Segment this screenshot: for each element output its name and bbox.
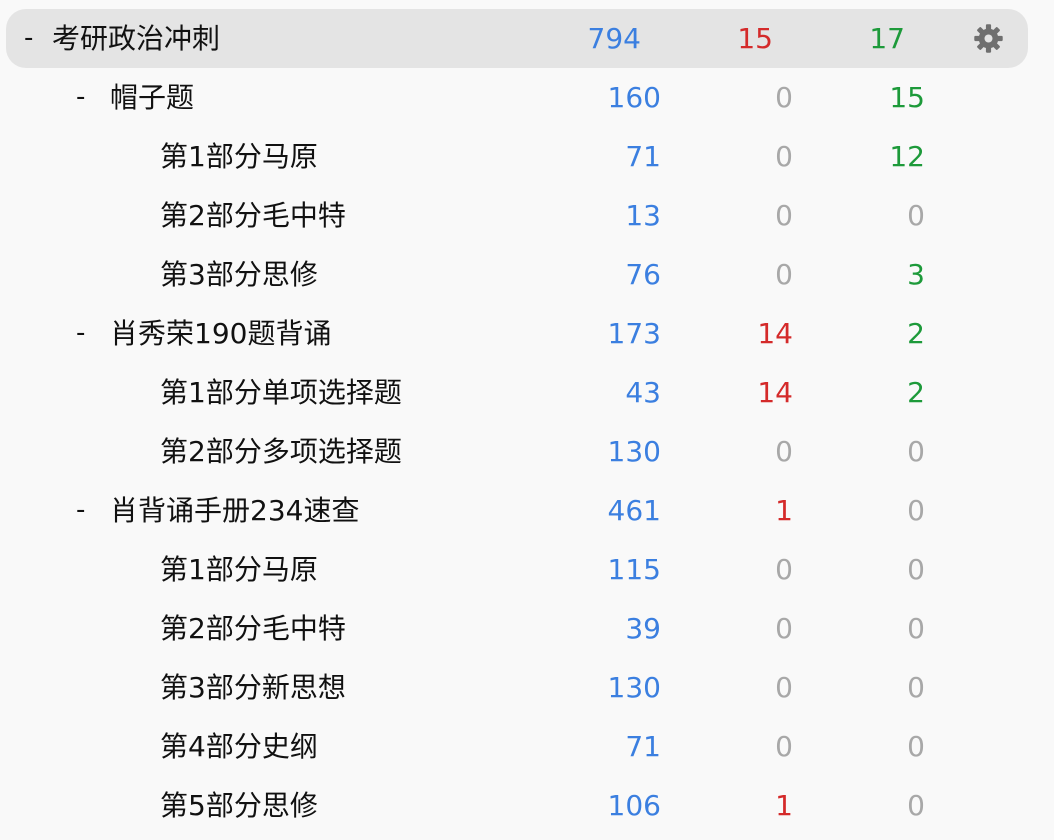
review-count: 0 bbox=[907, 553, 925, 586]
review-count: 17 bbox=[869, 22, 905, 55]
review-count: 0 bbox=[907, 789, 925, 822]
new-count: 76 bbox=[625, 258, 661, 291]
new-count: 794 bbox=[587, 22, 641, 55]
new-count: 130 bbox=[607, 435, 661, 468]
deck-row[interactable]: 第3部分新思想 130 0 0 bbox=[0, 658, 1054, 717]
deck-row[interactable]: - 肖秀荣190题背诵 173 14 2 bbox=[0, 304, 1054, 363]
deck-name-link[interactable]: 第3部分思修 bbox=[160, 258, 318, 292]
new-count: 43 bbox=[625, 376, 661, 409]
learn-count: 0 bbox=[775, 140, 793, 173]
new-count: 71 bbox=[625, 140, 661, 173]
collapse-toggle[interactable]: - bbox=[76, 82, 92, 112]
learn-count: 0 bbox=[775, 553, 793, 586]
learn-count: 0 bbox=[775, 612, 793, 645]
new-count: 173 bbox=[607, 317, 661, 350]
new-count: 39 bbox=[625, 612, 661, 645]
new-count: 13 bbox=[625, 199, 661, 232]
deck-name-link[interactable]: 第1部分马原 bbox=[160, 553, 318, 587]
deck-name-link[interactable]: 第2部分毛中特 bbox=[160, 612, 346, 646]
review-count: 0 bbox=[907, 494, 925, 527]
deck-row[interactable]: - 考研政治冲刺 794 15 17 bbox=[6, 9, 1028, 68]
deck-row[interactable]: - 帽子题 160 0 15 bbox=[0, 68, 1054, 127]
learn-count: 0 bbox=[775, 671, 793, 704]
review-count: 2 bbox=[907, 317, 925, 350]
new-count: 71 bbox=[625, 730, 661, 763]
review-count: 0 bbox=[907, 199, 925, 232]
new-count: 130 bbox=[607, 671, 661, 704]
learn-count: 15 bbox=[737, 22, 773, 55]
deck-name-link[interactable]: 第1部分单项选择题 bbox=[160, 376, 402, 410]
deck-row[interactable]: - 肖背诵手册234速查 461 1 0 bbox=[0, 481, 1054, 540]
review-count: 15 bbox=[889, 81, 925, 114]
deck-row[interactable]: 第3部分思修 76 0 3 bbox=[0, 245, 1054, 304]
collapse-toggle[interactable]: - bbox=[24, 23, 40, 53]
new-count: 461 bbox=[607, 494, 661, 527]
new-count: 106 bbox=[607, 789, 661, 822]
learn-count: 1 bbox=[775, 494, 793, 527]
deck-row[interactable]: 第2部分毛中特 39 0 0 bbox=[0, 599, 1054, 658]
gear-icon[interactable] bbox=[973, 23, 1004, 54]
deck-name-link[interactable]: 考研政治冲刺 bbox=[52, 22, 220, 56]
deck-row[interactable]: 第1部分马原 71 0 12 bbox=[0, 127, 1054, 186]
review-count: 0 bbox=[907, 612, 925, 645]
learn-count: 0 bbox=[775, 435, 793, 468]
deck-name-link[interactable]: 帽子题 bbox=[110, 81, 194, 115]
review-count: 0 bbox=[907, 435, 925, 468]
new-count: 115 bbox=[607, 553, 661, 586]
deck-name-link[interactable]: 第2部分多项选择题 bbox=[160, 435, 402, 469]
deck-name-link[interactable]: 第4部分史纲 bbox=[160, 730, 318, 764]
collapse-toggle[interactable]: - bbox=[76, 318, 92, 348]
deck-name-link[interactable]: 第1部分马原 bbox=[160, 140, 318, 174]
deck-row[interactable]: 第1部分马原 115 0 0 bbox=[0, 540, 1054, 599]
review-count: 12 bbox=[889, 140, 925, 173]
review-count: 3 bbox=[907, 258, 925, 291]
collapse-toggle[interactable]: - bbox=[76, 495, 92, 525]
deck-list: - 考研政治冲刺 794 15 17- 帽子题 160 0 15 第1部分马原 71 0 12 第2部分毛… bbox=[0, 0, 1054, 840]
deck-name-link[interactable]: 肖背诵手册234速查 bbox=[110, 494, 359, 528]
deck-row[interactable]: 第4部分史纲 71 0 0 bbox=[0, 717, 1054, 776]
review-count: 0 bbox=[907, 671, 925, 704]
review-count: 2 bbox=[907, 376, 925, 409]
deck-name-link[interactable]: 第5部分思修 bbox=[160, 789, 318, 823]
learn-count: 0 bbox=[775, 81, 793, 114]
learn-count: 0 bbox=[775, 730, 793, 763]
learn-count: 14 bbox=[757, 376, 793, 409]
learn-count: 14 bbox=[757, 317, 793, 350]
deck-name-link[interactable]: 第2部分毛中特 bbox=[160, 199, 346, 233]
learn-count: 0 bbox=[775, 199, 793, 232]
deck-name-link[interactable]: 肖秀荣190题背诵 bbox=[110, 317, 331, 351]
deck-row[interactable]: 第2部分多项选择题 130 0 0 bbox=[0, 422, 1054, 481]
review-count: 0 bbox=[907, 730, 925, 763]
deck-name-link[interactable]: 第3部分新思想 bbox=[160, 671, 346, 705]
learn-count: 1 bbox=[775, 789, 793, 822]
new-count: 160 bbox=[607, 81, 661, 114]
deck-row[interactable]: 第1部分单项选择题 43 14 2 bbox=[0, 363, 1054, 422]
deck-row[interactable]: 第5部分思修 106 1 0 bbox=[0, 776, 1054, 835]
learn-count: 0 bbox=[775, 258, 793, 291]
deck-row[interactable]: 第2部分毛中特 13 0 0 bbox=[0, 186, 1054, 245]
